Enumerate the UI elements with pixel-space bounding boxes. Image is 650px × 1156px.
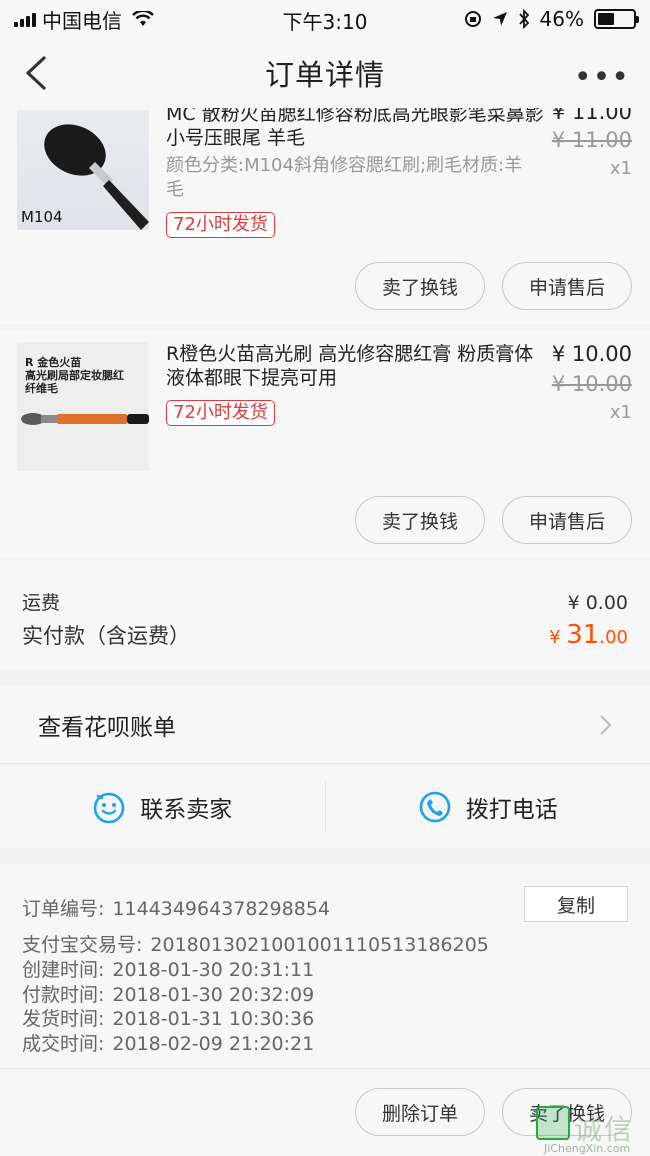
location-icon — [492, 12, 507, 26]
currency-symbol: ¥ — [549, 627, 567, 648]
sell-button[interactable]: 卖了换钱 — [502, 1088, 632, 1136]
order-number-line: 订单编号: 114434964378298854 — [22, 894, 330, 921]
paid-integer: 31 — [566, 620, 600, 650]
completed-time-label: 成交时间: — [22, 1033, 105, 1055]
battery-percent: 46% — [539, 7, 584, 31]
completed-time-line: 成交时间: 2018-02-09 21:20:21 — [22, 1029, 314, 1056]
huabei-label: 查看花呗账单 — [38, 714, 176, 741]
shipping-tag: 72小时发货 — [166, 400, 275, 426]
phone-icon — [419, 791, 451, 823]
chat-icon — [93, 792, 125, 824]
created-time-label: 创建时间: — [22, 959, 105, 981]
order-info: 订单编号: 114434964378298854 复制 支付宝交易号: 201801… — [0, 864, 650, 1069]
order-number[interactable]: 114434964378298854 — [112, 898, 330, 920]
thumb-label: M104 — [21, 208, 63, 226]
delete-order-button[interactable]: 删除订单 — [355, 1088, 485, 1136]
brush-image — [21, 413, 149, 425]
shipped-time-label: 发货时间: — [22, 1008, 105, 1030]
call-phone-button[interactable]: 拨打电话 — [326, 766, 650, 848]
shipping-tag: 72小时发货 — [166, 212, 275, 238]
product-title[interactable]: R橙色火苗高光刷 高光修容腮红膏 粉质膏体液体都眼下提亮可用 — [166, 342, 538, 390]
product-title[interactable]: MC 散粉火苗腮红修容粉底高光眼影笔菜鼻影小号压眼尾 羊毛 — [166, 108, 546, 150]
chevron-right-icon — [600, 714, 612, 735]
back-icon[interactable] — [22, 54, 50, 92]
paid-decimal: .00 — [599, 627, 628, 648]
bluetooth-icon — [518, 9, 529, 29]
contact-seller-button[interactable]: 联系卖家 — [0, 766, 325, 848]
battery-icon — [594, 9, 639, 29]
paid-label: 实付款（含运费） — [22, 624, 190, 648]
product-price: ¥ 11.00 — [551, 108, 632, 124]
orientation-lock-icon — [464, 11, 481, 27]
carrier-name: 中国电信 — [42, 8, 122, 33]
sell-button[interactable]: 卖了换钱 — [355, 262, 485, 310]
status-bar: 中国电信 下午3:10 46% — [0, 0, 650, 38]
huabei-bill-row[interactable]: 查看花呗账单 — [0, 686, 650, 764]
call-phone-label: 拨打电话 — [465, 797, 558, 823]
created-time-line: 创建时间: 2018-01-30 20:31:11 — [22, 955, 314, 982]
alipay-trade-line: 支付宝交易号: 2018013021001001110513186205 — [22, 930, 489, 957]
signal-icon — [14, 11, 36, 27]
order-detail-page: 中国电信 下午3:10 46% 订单详情 ••• M104 MC 散粉火苗腮红修… — [0, 0, 650, 1156]
sku-text: 颜色分类:M104斜角修容腮红刷;刷毛材质:羊毛 — [166, 155, 523, 200]
shipping-value: ¥ 0.00 — [567, 592, 628, 614]
alipay-trade-number: 2018013021001001110513186205 — [150, 934, 489, 956]
original-price: ¥ 11.00 — [551, 128, 632, 152]
order-totals: 运费 ¥ 0.00 实付款（含运费） ¥ 31.00 — [0, 560, 650, 670]
page-title: 订单详情 — [264, 58, 385, 92]
paid-time: 2018-01-30 20:32:09 — [112, 984, 315, 1006]
order-number-label: 订单编号: — [22, 898, 105, 920]
order-item[interactable]: R 金色火苗 高光刷局部定妆腮红 纤维毛 R橙色火苗高光刷 高光修容腮红膏 粉质… — [0, 330, 650, 558]
more-icon[interactable]: ••• — [574, 60, 630, 95]
shipped-time-line: 发货时间: 2018-01-31 10:30:36 — [22, 1004, 314, 1031]
created-time: 2018-01-30 20:31:11 — [112, 959, 315, 981]
after-sale-button[interactable]: 申请售后 — [502, 496, 632, 544]
bottom-action-bar: 删除订单 卖了换钱 — [0, 1070, 650, 1156]
contact-seller-label: 联系卖家 — [140, 797, 233, 823]
wifi-icon — [132, 11, 154, 26]
product-image[interactable]: R 金色火苗 高光刷局部定妆腮红 纤维毛 — [17, 342, 149, 471]
alipay-trade-label: 支付宝交易号: — [22, 934, 143, 956]
paid-amount: ¥ 31.00 — [549, 620, 628, 650]
nav-bar: 订单详情 ••• — [0, 38, 650, 108]
after-sale-button[interactable]: 申请售后 — [502, 262, 632, 310]
product-image[interactable]: M104 — [17, 110, 149, 230]
quantity: x1 — [609, 402, 632, 423]
sell-button[interactable]: 卖了换钱 — [355, 496, 485, 544]
contact-bar: 联系卖家 拨打电话 — [0, 766, 650, 848]
paid-time-line: 付款时间: 2018-01-30 20:32:09 — [22, 980, 314, 1007]
shipped-time: 2018-01-31 10:30:36 — [112, 1008, 315, 1030]
order-item[interactable]: M104 MC 散粉火苗腮红修容粉底高光眼影笔菜鼻影小号压眼尾 羊毛 ¥ 11.… — [0, 108, 650, 324]
quantity: x1 — [609, 158, 632, 179]
product-price: ¥ 10.00 — [551, 342, 632, 366]
shipping-label: 运费 — [22, 592, 61, 614]
paid-time-label: 付款时间: — [22, 984, 105, 1006]
copy-button[interactable]: 复制 — [524, 886, 628, 922]
completed-time: 2018-02-09 21:20:21 — [112, 1033, 315, 1055]
original-price: ¥ 10.00 — [551, 372, 632, 396]
